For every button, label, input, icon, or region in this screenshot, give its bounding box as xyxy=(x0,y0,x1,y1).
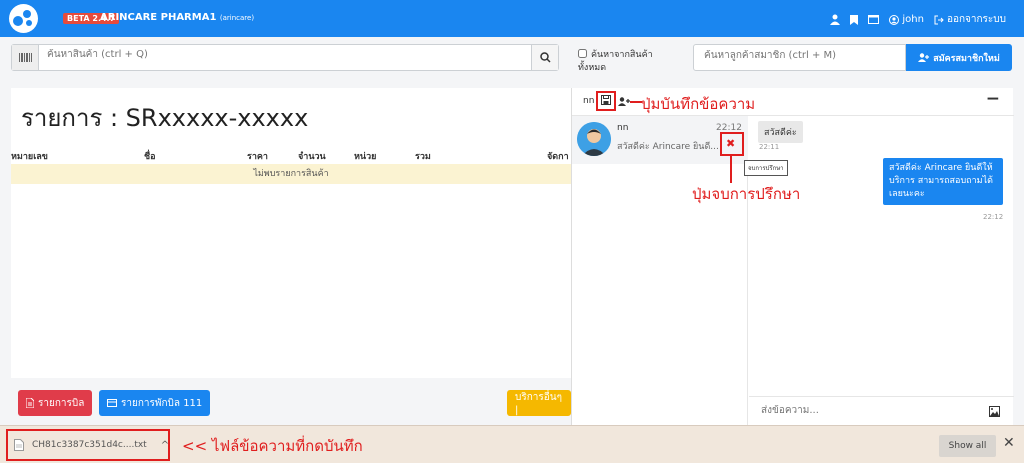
other-services-label: บริการอื่นๆ | xyxy=(515,392,562,416)
product-search-input[interactable] xyxy=(47,49,527,60)
register-member-button[interactable]: สมัครสมาชิกใหม่ xyxy=(906,44,1012,71)
bookmark-icon[interactable] xyxy=(850,14,859,25)
chat-panel: nn − nn 22:12 สวัสดีค่ะ Arincare ยินดี..… xyxy=(571,88,1014,425)
file-highlight-box xyxy=(6,429,170,461)
save-annotation: ปุ่มบันทึกข้อความ xyxy=(641,95,756,113)
table-header: หมายเลข ชื่อ ราคา จำนวน หน่วย รวม จัดกา xyxy=(11,149,571,162)
outgoing-message: สวัสดีค่ะ Arincare ยินดีให้บริการ สามารถ… xyxy=(883,158,1003,205)
file-annotation: << ไฟล์ข้อความที่กดบันทึก xyxy=(182,437,363,455)
register-label: สมัครสมาชิกใหม่ xyxy=(933,53,1000,64)
window-icon[interactable] xyxy=(868,15,880,24)
conversation-list: nn 22:12 สวัสดีค่ะ Arincare ยินดี... ✖ xyxy=(572,116,748,425)
chat-header-name: nn xyxy=(583,96,595,106)
incoming-message: สวัสดีค่ะ xyxy=(758,121,803,143)
user-menu[interactable]: john xyxy=(889,14,924,25)
search-row: ค้นหาจากสินค้าทั้งหมด สมัครสมาชิกใหม่ xyxy=(0,37,1024,85)
avatar xyxy=(577,122,611,156)
end-highlight-box xyxy=(720,132,744,156)
save-highlight-box xyxy=(596,91,616,111)
show-all-button[interactable]: Show all xyxy=(939,435,996,457)
close-icon[interactable]: ✕ xyxy=(1003,435,1015,451)
search-icon xyxy=(539,52,551,63)
search-button[interactable] xyxy=(531,45,558,70)
held-bills-label: รายการพักบิล 111 xyxy=(121,397,203,409)
incoming-message-time: 22:11 xyxy=(759,143,780,151)
username: john xyxy=(902,14,924,25)
outgoing-message-time: 22:12 xyxy=(983,213,1004,221)
message-input[interactable] xyxy=(761,405,981,416)
logo-icon xyxy=(9,4,38,33)
empty-table-row: ไม่พบรายการสินค้า xyxy=(11,164,571,184)
app-title: ARINCARE PHARMA1 (arincare) xyxy=(100,12,254,23)
col-manage: จัดกา xyxy=(547,152,569,162)
document-icon xyxy=(26,398,34,408)
top-navbar: BETA 2.4.7 ARINCARE PHARMA1 (arincare) j… xyxy=(0,0,1024,37)
pharmacist-icon[interactable] xyxy=(830,14,841,25)
action-buttons: รายการบิล รายการพักบิล 111 บริการอื่นๆ | xyxy=(11,390,571,418)
other-services-button[interactable]: บริการอื่นๆ | xyxy=(507,390,571,416)
end-arrow xyxy=(730,156,732,183)
col-qty: จำนวน xyxy=(298,152,326,162)
page-title: รายการ : SRxxxxx-xxxxx xyxy=(21,104,309,132)
member-search xyxy=(693,44,906,71)
image-upload-icon[interactable] xyxy=(989,406,1000,420)
col-number: หมายเลข xyxy=(11,152,48,162)
minimize-button[interactable]: − xyxy=(986,89,1000,109)
product-search xyxy=(11,44,559,71)
order-panel: รายการ : SRxxxxx-xxxxx หมายเลข ชื่อ ราคา… xyxy=(11,88,571,378)
conversation-name: nn xyxy=(617,123,629,133)
logout-label: ออกจากระบบ xyxy=(946,14,1006,25)
add-user-icon xyxy=(918,53,930,62)
held-bills-button[interactable]: รายการพักบิล 111 xyxy=(99,390,211,416)
top-actions: john ออกจากระบบ xyxy=(830,12,1006,27)
col-price: ราคา xyxy=(247,152,268,162)
app-title-text: ARINCARE PHARMA1 xyxy=(100,12,217,23)
member-search-input[interactable] xyxy=(704,50,899,61)
end-consult-tooltip: จบการปรึกษา xyxy=(744,160,788,176)
col-total: รวม xyxy=(415,152,431,162)
app-subtitle: (arincare) xyxy=(219,14,255,22)
barcode-icon[interactable] xyxy=(12,45,39,70)
col-name: ชื่อ xyxy=(144,152,156,162)
logout-icon xyxy=(934,15,944,24)
logout-link[interactable]: ออกจากระบบ xyxy=(934,12,1006,27)
user-circle-icon xyxy=(889,14,900,25)
app-logo[interactable] xyxy=(9,4,38,33)
conversation-preview: สวัสดีค่ะ Arincare ยินดี... xyxy=(617,142,719,152)
col-unit: หน่วย xyxy=(354,152,377,162)
end-annotation: ปุ่มจบการปรึกษา xyxy=(692,185,801,203)
bills-label: รายการบิล xyxy=(38,397,85,409)
bills-button[interactable]: รายการบิล xyxy=(18,390,93,416)
message-composer xyxy=(749,396,1014,425)
list-icon xyxy=(107,399,117,407)
search-all-checkbox[interactable]: ค้นหาจากสินค้าทั้งหมด xyxy=(578,49,653,75)
download-bar: CH81c3387c351d4c....txt ^ << ไฟล์ข้อความ… xyxy=(0,425,1024,463)
search-all-line1: ค้นหาจากสินค้า xyxy=(591,50,653,60)
search-all-line2: ทั้งหมด xyxy=(578,63,607,73)
search-all-check[interactable] xyxy=(578,49,587,58)
message-area: สวัสดีค่ะ 22:11 สวัสดีค่ะ Arincare ยินดี… xyxy=(749,116,1014,396)
